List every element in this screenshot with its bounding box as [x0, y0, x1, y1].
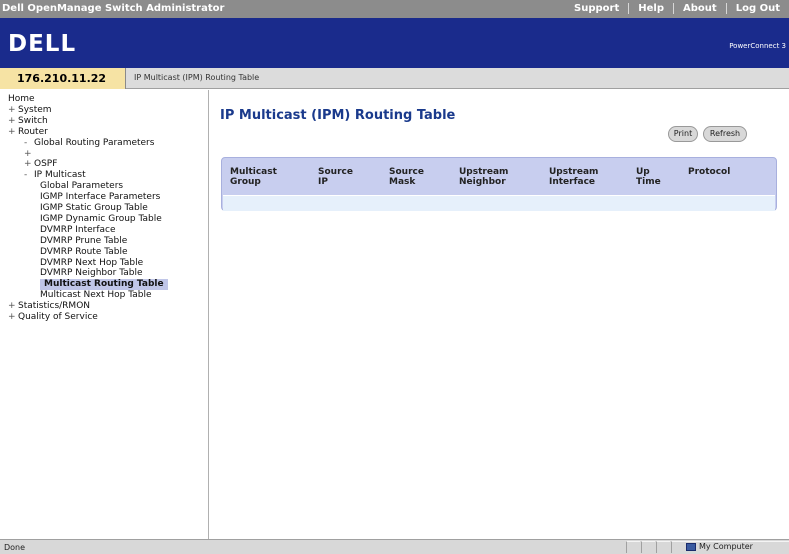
col-multicast-group: Multicast Group [230, 167, 277, 187]
tree-item-label: IP Multicast [34, 170, 86, 181]
breadcrumb: IP Multicast (IPM) Routing Table [134, 73, 260, 82]
tree-item-label: DVMRP Neighbor Table [40, 268, 143, 279]
computer-icon [686, 542, 696, 551]
tree-item-label: Switch [18, 115, 48, 126]
tree-item-label: DVMRP Interface [40, 224, 116, 235]
print-button[interactable]: Print [668, 126, 698, 142]
dell-logo: DELL [8, 31, 77, 57]
top-links: Support Help About Log Out [565, 3, 789, 14]
tree-item[interactable]: + Switch [8, 116, 48, 127]
tree-item[interactable]: Home [8, 94, 35, 105]
tree-item[interactable]: + [24, 149, 34, 160]
refresh-button[interactable]: Refresh [703, 126, 747, 142]
logout-link[interactable]: Log Out [725, 3, 789, 14]
tree-item[interactable]: DVMRP Neighbor Table [40, 268, 142, 279]
tree-item-label: IGMP Interface Parameters [40, 192, 161, 203]
tree-item[interactable]: DVMRP Interface [40, 225, 116, 236]
help-link[interactable]: Help [628, 3, 674, 14]
page-title: IP Multicast (IPM) Routing Table [220, 108, 456, 123]
tree-item[interactable]: + System [8, 105, 52, 116]
tree-expander-icon[interactable]: - [24, 170, 34, 181]
tree-item-label: Multicast Routing Table [44, 279, 164, 290]
top-bar: Dell OpenManage Switch Administrator Sup… [0, 0, 789, 18]
tree-expander-icon[interactable]: - [24, 138, 34, 149]
status-cell [626, 541, 640, 553]
tree-item[interactable]: DVMRP Next Hop Table [40, 258, 143, 269]
tree-item-label: DVMRP Prune Table [40, 235, 128, 246]
col-source-mask: Source Mask [389, 167, 424, 187]
status-bar: Done My Computer [0, 539, 789, 554]
tree-expander-icon[interactable]: + [8, 116, 18, 127]
sidebar-tree: Home + System + Switch + Router - Global Routing… [0, 90, 209, 539]
status-cell [656, 541, 670, 553]
tree-item-label: Multicast Next Hop Table [40, 290, 152, 301]
tree-item[interactable]: DVMRP Route Table [40, 247, 128, 258]
tree-item-selected[interactable]: Multicast Routing Table [40, 279, 168, 291]
zone-label: My Computer [699, 542, 753, 551]
table-row [223, 195, 775, 211]
device-ip: 176.210.11.22 [0, 68, 126, 89]
tree-item[interactable]: + Quality of Service [8, 312, 98, 323]
col-upstream-neighbor: Upstream Neighbor [459, 167, 509, 187]
tree-item[interactable]: IGMP Static Group Table [40, 203, 148, 214]
tree-item[interactable]: DVMRP Prune Table [40, 236, 127, 247]
status-text: Done [4, 543, 26, 552]
zone-indicator: My Computer [686, 541, 753, 553]
product-name: PowerConnect 3 [729, 42, 786, 50]
col-up-time: Up Time [636, 167, 661, 187]
status-cell [641, 541, 655, 553]
tree-item-label: Global Parameters [40, 181, 124, 192]
tree-expander-icon[interactable]: + [8, 301, 18, 312]
tree-item[interactable]: IGMP Interface Parameters [40, 192, 160, 203]
col-upstream-interface: Upstream Interface [549, 167, 599, 187]
tree-item[interactable]: IGMP Dynamic Group Table [40, 214, 162, 225]
tree-item-label: System [18, 104, 52, 115]
tree-item[interactable]: - IP Multicast [24, 170, 86, 181]
tree-item[interactable]: Multicast Next Hop Table [40, 290, 152, 301]
tree-item-label: Home [8, 94, 35, 104]
tree-item[interactable]: + OSPF [24, 159, 57, 170]
tree-expander-icon[interactable]: + [8, 127, 18, 138]
tree-item[interactable]: Global Parameters [40, 181, 123, 192]
support-link[interactable]: Support [565, 3, 628, 14]
tree-item-label: OSPF [34, 159, 58, 170]
tree-item[interactable]: + Router [8, 127, 48, 138]
tree-item-label: Router [18, 126, 48, 137]
brand-bar: DELL PowerConnect 3 [0, 18, 789, 68]
tree-expander-icon[interactable]: + [8, 312, 18, 323]
tree-item-label: Statistics/RMON [18, 301, 91, 312]
tree-item[interactable]: - Global Routing Parameters [24, 138, 154, 149]
main-content: IP Multicast (IPM) Routing Table Print R… [210, 90, 789, 539]
tree-expander-icon[interactable]: + [24, 159, 34, 170]
tree-item-label: Global Routing Parameters [34, 137, 155, 148]
tree-item-label: Quality of Service [18, 312, 98, 322]
routing-table: Multicast Group Source IP Source Mask Upstr… [221, 157, 777, 211]
about-link[interactable]: About [673, 3, 726, 14]
tree-item-label: IGMP Dynamic Group Table [40, 213, 162, 224]
col-source-ip: Source IP [318, 167, 353, 187]
tree-expander-icon[interactable]: + [8, 105, 18, 116]
tree-item-label: DVMRP Route Table [40, 246, 128, 257]
tree-item[interactable]: + Statistics/RMON [8, 301, 90, 312]
tree-item-label: DVMRP Next Hop Table [40, 257, 144, 268]
device-bar: 176.210.11.22 IP Multicast (IPM) Routing… [0, 68, 789, 89]
col-protocol: Protocol [688, 167, 731, 177]
tree-expander-icon[interactable]: + [24, 149, 34, 160]
tree-item-label: IGMP Static Group Table [40, 203, 148, 213]
app-title: Dell OpenManage Switch Administrator [2, 3, 225, 14]
